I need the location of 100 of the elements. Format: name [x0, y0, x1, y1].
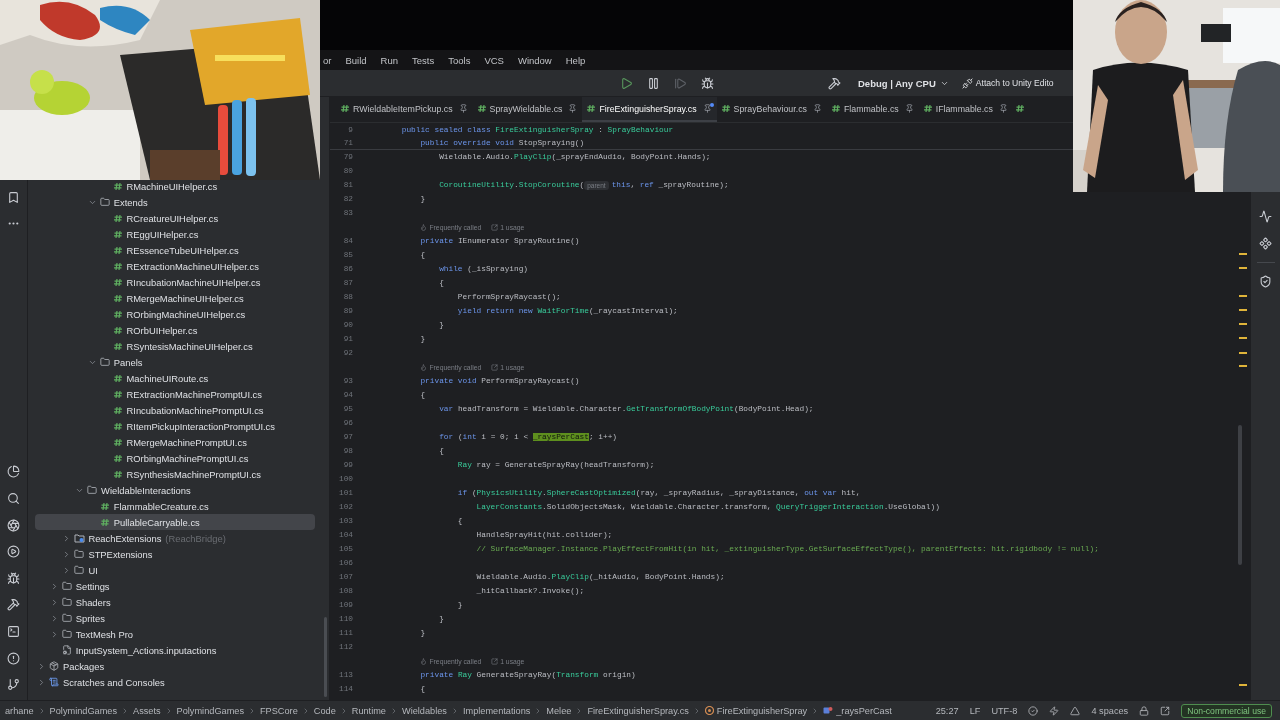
pin-icon[interactable] — [998, 104, 1008, 113]
breadcrumb[interactable]: Implementations — [462, 705, 531, 716]
tree-item[interactable]: RMergeMachineUIHelper.cs — [35, 290, 315, 306]
check-circle-icon[interactable] — [1028, 705, 1039, 716]
breadcrumb[interactable]: Code — [313, 705, 336, 716]
tree-item[interactable]: Extends — [35, 194, 315, 210]
tree-item[interactable]: UI — [35, 562, 315, 578]
line-ending[interactable]: LF — [969, 705, 981, 716]
editor-tab[interactable]: IFlammable.cs — [918, 97, 1013, 122]
tree-item[interactable]: RSyntesisMachineUIHelper.cs — [35, 338, 315, 354]
tree-item[interactable]: RMergeMachinePromptUI.cs — [35, 434, 315, 450]
editor-tab[interactable]: SprayWieldable.cs — [472, 97, 583, 122]
breadcrumb[interactable]: Melee — [546, 705, 572, 716]
tree-item[interactable]: RMachineUIHelper.cs — [35, 178, 315, 194]
cursor-position[interactable]: 25:27 — [935, 705, 959, 716]
editor-tab[interactable]: RWieldableItemPickup.cs — [336, 97, 473, 122]
tree-item[interactable]: STPExtensions — [35, 546, 315, 562]
scrollbar-thumb[interactable] — [324, 617, 327, 697]
breadcrumb[interactable]: FireExtinguisherSpray.cs — [587, 705, 689, 716]
warning-marker[interactable] — [1239, 365, 1247, 367]
tree-item[interactable]: RCreatureUIHelper.cs — [35, 210, 315, 226]
warning-marker[interactable] — [1239, 337, 1247, 339]
configuration-dropdown[interactable]: Debug | Any CPU — [854, 72, 953, 94]
lock-icon[interactable] — [1139, 705, 1150, 716]
tree-item[interactable]: RSynthesisMachinePromptUI.cs — [35, 466, 315, 482]
warning-marker[interactable] — [1239, 309, 1247, 311]
warning-marker[interactable] — [1239, 684, 1247, 686]
pin-icon[interactable] — [702, 104, 712, 113]
share-icon[interactable] — [1160, 705, 1171, 716]
tree-item[interactable]: REssenceTubeUIHelper.cs — [35, 242, 315, 258]
breadcrumb[interactable]: Wieldables — [402, 705, 447, 716]
menu-item[interactable]: Tools — [448, 54, 471, 66]
tree-item[interactable]: Scratches and Consoles — [35, 674, 315, 690]
chevron-right-icon — [390, 706, 398, 715]
scrollbar-thumb[interactable] — [1238, 425, 1242, 565]
folder-icon — [99, 197, 110, 207]
tree-item[interactable]: WieldableInteractions — [35, 482, 315, 498]
tree-item[interactable]: ROrbingMachineUIHelper.cs — [35, 306, 315, 322]
tree-item[interactable]: ReachExtensions (ReachBridge) — [35, 530, 315, 546]
breadcrumb[interactable]: PolymindGames — [49, 705, 117, 716]
file-icon — [112, 213, 123, 223]
breadcrumb[interactable]: arhane — [5, 705, 34, 716]
tree-item[interactable]: Panels — [35, 354, 315, 370]
tree-item[interactable]: RExtractionMachineUIHelper.cs — [35, 258, 315, 274]
tree-item[interactable]: ROrbUIHelper.cs — [35, 322, 315, 338]
breadcrumb[interactable]: Assets — [133, 705, 161, 716]
file-icon — [112, 277, 123, 287]
breadcrumb[interactable]: FPSCore — [260, 705, 298, 716]
tree-item[interactable]: TextMesh Pro — [35, 626, 315, 642]
menu-item[interactable]: Tests — [412, 54, 435, 66]
warning-marker[interactable] — [1239, 253, 1247, 255]
pin-icon[interactable] — [904, 104, 914, 113]
usages-icon — [491, 363, 499, 371]
tree-item[interactable]: InputSystem_Actions.inputactions — [35, 642, 315, 658]
pin-icon[interactable] — [568, 104, 578, 113]
tree-item[interactable]: MachineUIRoute.cs — [35, 370, 315, 386]
lightning-icon[interactable] — [1049, 705, 1060, 716]
tree-item[interactable]: Packages — [35, 658, 315, 674]
pin-icon[interactable] — [458, 104, 468, 113]
warning-marker[interactable] — [1239, 352, 1247, 354]
menu-item[interactable]: or — [323, 54, 332, 66]
tree-item[interactable]: REggUIHelper.cs — [35, 226, 315, 242]
menu-item[interactable]: VCS — [484, 54, 504, 66]
tree-item[interactable]: Shaders — [35, 594, 315, 610]
file-encoding[interactable]: UTF-8 — [991, 705, 1018, 716]
run-icon — [619, 76, 633, 90]
editor-tab[interactable]: Flammable.cs — [826, 97, 919, 122]
tree-item[interactable]: RItemPickupInteractionPromptUI.cs — [35, 418, 315, 434]
menu-item[interactable]: Help — [565, 54, 586, 66]
warning-marker[interactable] — [1239, 323, 1247, 325]
menu-item[interactable]: Window — [517, 54, 552, 66]
triangle-icon[interactable] — [1070, 705, 1081, 716]
tree-item[interactable]: RIncubationMachineUIHelper.cs — [35, 274, 315, 290]
tree-item[interactable]: Sprites — [35, 610, 315, 626]
diamond-grid-icon — [1259, 237, 1272, 251]
breadcrumb[interactable]: PolymindGames — [176, 705, 244, 716]
editor-tab[interactable]: SprayBehaviour.cs — [716, 97, 827, 122]
plug-icon — [961, 77, 973, 89]
menu-item[interactable]: Run — [380, 54, 398, 66]
attach-button[interactable]: Attach to Unity Edito — [960, 72, 1055, 94]
tree-item[interactable]: RExtractionMachinePromptUI.cs — [35, 386, 315, 402]
tree-item[interactable]: PullableCarryable.cs — [35, 514, 315, 530]
warning-marker[interactable] — [1239, 295, 1247, 297]
breadcrumb[interactable]: Runtime — [351, 705, 386, 716]
warning-marker[interactable] — [1239, 267, 1247, 269]
tree-item[interactable]: Settings — [35, 578, 315, 594]
flame-icon — [420, 657, 428, 665]
indent-setting[interactable]: 4 spaces — [1091, 705, 1129, 716]
file-icon — [112, 405, 123, 415]
tree-item[interactable]: ROrbingMachinePromptUI.cs — [35, 450, 315, 466]
pin-icon[interactable] — [812, 104, 822, 113]
tree-item[interactable]: FlammableCreature.cs — [35, 498, 315, 514]
folder-icon — [61, 629, 72, 639]
editor-tab[interactable]: FireExtinguisherSpray.cs — [582, 97, 717, 122]
breadcrumb[interactable]: _raysPerCast — [823, 705, 892, 716]
file-icon — [99, 517, 110, 527]
file-icon — [830, 104, 841, 113]
breadcrumb[interactable]: FireExtinguisherSpray — [704, 705, 808, 716]
menu-item[interactable]: Build — [345, 54, 367, 66]
tree-item[interactable]: RIncubationMachinePromptUI.cs — [35, 402, 315, 418]
